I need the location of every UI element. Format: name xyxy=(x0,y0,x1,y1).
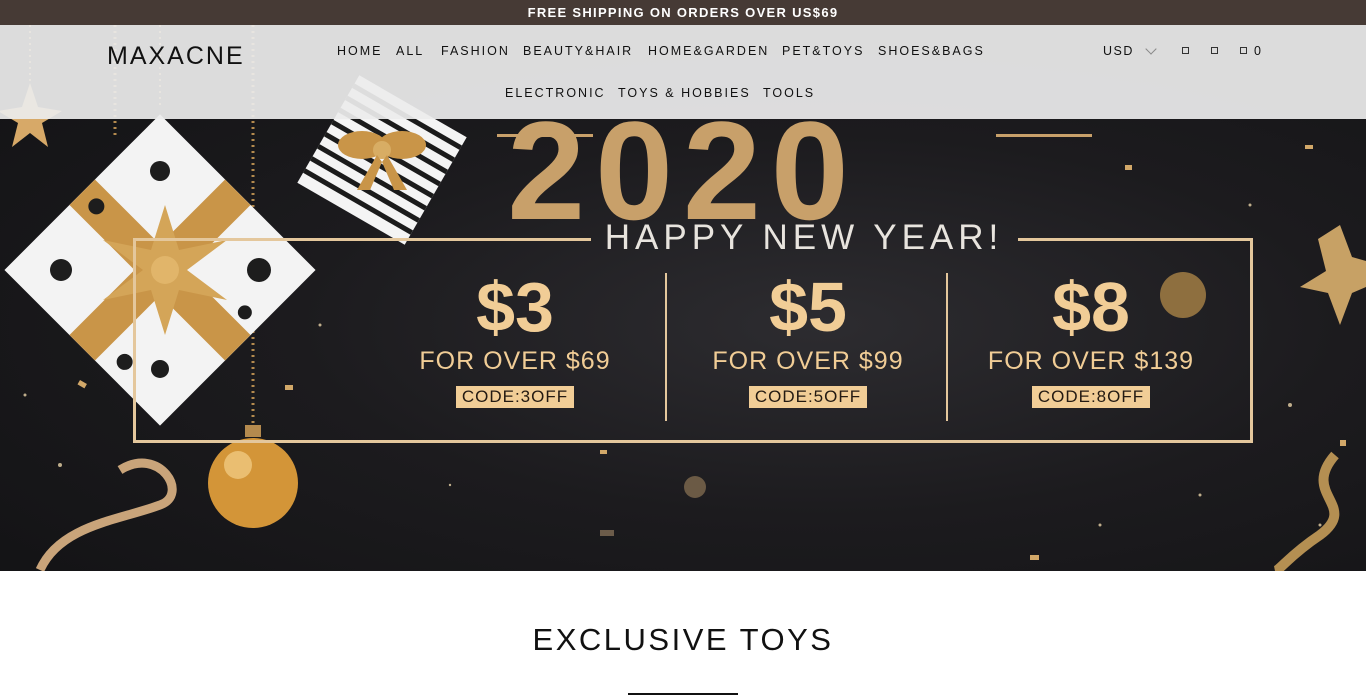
offer-amount: $5 xyxy=(769,268,847,346)
announcement-bar: FREE SHIPPING ON ORDERS OVER US$69 xyxy=(0,0,1366,25)
currency-selector[interactable]: USD xyxy=(1103,44,1134,58)
offer-frame-top-left xyxy=(133,238,591,241)
site-header: MAXACNE HOME ALL FASHION BEAUTY&HAIR HOM… xyxy=(0,25,1366,119)
search-icon[interactable] xyxy=(1182,47,1189,54)
nav-item-electronic[interactable]: ELECTRONIC xyxy=(505,86,606,100)
section-title-underline xyxy=(628,693,738,695)
cart-icon[interactable] xyxy=(1240,47,1247,54)
offer-card: $8 FOR OVER $139 CODE:8OFF xyxy=(946,268,1236,408)
nav-item-beauty-hair[interactable]: BEAUTY&HAIR xyxy=(523,44,633,58)
offer-code: CODE:3OFF xyxy=(455,386,575,408)
nav-item-home-garden[interactable]: HOME&GARDEN xyxy=(648,44,769,58)
nav-item-pet-toys[interactable]: PET&TOYS xyxy=(782,44,864,58)
offer-frame-top-right xyxy=(1018,238,1253,241)
offer-amount: $3 xyxy=(476,268,554,346)
offer-code: CODE:5OFF xyxy=(748,386,868,408)
nav-item-all[interactable]: ALL xyxy=(396,44,424,58)
chevron-down-icon[interactable] xyxy=(1145,43,1157,55)
account-icon[interactable] xyxy=(1211,47,1218,54)
cart-count[interactable]: 0 xyxy=(1254,44,1262,58)
nav-item-shoes-bags[interactable]: SHOES&BAGS xyxy=(878,44,985,58)
offer-amount: $8 xyxy=(1052,268,1130,346)
nav-item-tools[interactable]: TOOLS xyxy=(763,86,815,100)
offer-condition: FOR OVER $139 xyxy=(987,347,1195,375)
offer-code: CODE:8OFF xyxy=(1031,386,1151,408)
nav-item-home[interactable]: HOME xyxy=(337,44,383,58)
promo-greeting: HAPPY NEW YEAR! xyxy=(604,218,1004,257)
section-title: EXCLUSIVE TOYS xyxy=(532,622,834,657)
offer-card: $3 FOR OVER $69 CODE:3OFF xyxy=(370,268,660,408)
year-rule-right xyxy=(996,134,1092,137)
nav-item-toys-hobbies[interactable]: TOYS & HOBBIES xyxy=(618,86,751,100)
offer-card: $5 FOR OVER $99 CODE:5OFF xyxy=(663,268,953,408)
offer-condition: FOR OVER $69 xyxy=(419,347,611,375)
year-rule-left xyxy=(497,134,593,137)
brand-logo[interactable]: MAXACNE xyxy=(107,42,245,71)
offer-condition: FOR OVER $99 xyxy=(712,347,904,375)
nav-item-fashion[interactable]: FASHION xyxy=(441,44,510,58)
